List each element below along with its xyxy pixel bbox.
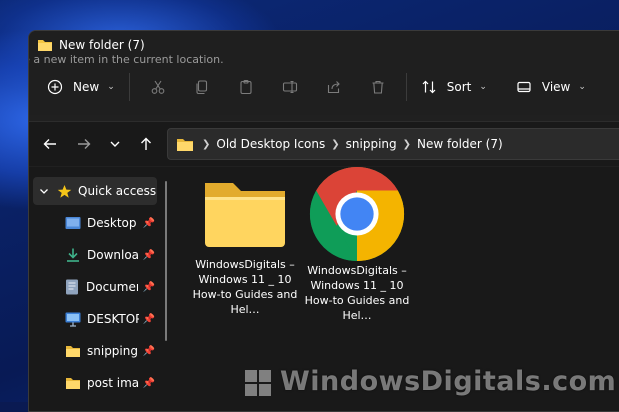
back-button[interactable] (35, 129, 65, 159)
sidebar-item-label: snipping (87, 344, 138, 358)
pin-icon: 📌 (142, 281, 155, 293)
navigation-scrollbar[interactable] (165, 181, 167, 341)
trash-icon (372, 80, 384, 94)
sidebar-item-label: post images (87, 376, 139, 390)
chevron-down-icon: ⌄ (578, 82, 586, 92)
document-icon (66, 279, 78, 295)
paste-button[interactable] (224, 69, 268, 105)
file-item[interactable]: WindowsDigitals – Windows 11 _ 10 How-to… (189, 177, 301, 317)
view-icon (517, 81, 531, 93)
download-icon (67, 248, 79, 262)
rename-button[interactable] (268, 69, 312, 105)
watermark: WindowsDigitals.com (280, 366, 617, 397)
file-name: WindowsDigitals – Windows 11 _ 10 How-to… (304, 264, 410, 322)
sort-button-label: Sort (446, 80, 472, 94)
pin-icon: 📌 (142, 345, 155, 357)
sidebar-item-quick-access[interactable]: Quick access (33, 177, 157, 205)
file-explorer-window: New folder (7) New ⌄ Sort ⌄ View ⌄ ❯ Old… (28, 30, 619, 412)
rename-icon (282, 80, 297, 94)
sort-arrows-icon (422, 80, 436, 94)
chevron-down-icon (40, 189, 48, 194)
breadcrumb-new-folder[interactable]: New folder (7) (417, 137, 503, 151)
forward-button[interactable] (69, 129, 99, 159)
view-button[interactable]: View ⌄ (508, 69, 594, 105)
scissors-icon (151, 80, 165, 94)
share-button[interactable] (312, 69, 356, 105)
sidebar-item-label: Desktop (87, 216, 137, 230)
breadcrumb-snipping[interactable]: snipping (346, 137, 397, 151)
address-bar-row: ❯ Old Desktop Icons ❯ snipping ❯ New fol… (29, 121, 619, 166)
monitor-icon (65, 312, 81, 327)
sidebar-item-desktop[interactable]: Desktop 📌 (65, 209, 157, 237)
sidebar-item-post-images[interactable]: post images 📌 (65, 369, 157, 397)
chevron-down-icon: ⌄ (479, 82, 487, 92)
clipboard-icon (240, 79, 252, 95)
pin-icon: 📌 (142, 313, 155, 325)
new-button[interactable]: New ⌄ (39, 69, 123, 105)
window-title: New folder (7) (59, 38, 145, 52)
folder-icon (66, 346, 80, 357)
pin-icon: 📌 (142, 249, 155, 261)
navigation-pane: Quick access Desktop 📌 Downloads 📌 (29, 167, 163, 411)
sidebar-item-label: DESKTOP- (87, 312, 139, 326)
sort-button[interactable]: Sort ⌄ (413, 69, 495, 105)
sidebar-item-desktop-pc[interactable]: DESKTOP- 📌 (65, 305, 157, 333)
share-icon (327, 81, 340, 94)
sidebar-item-downloads[interactable]: Downloads 📌 (65, 241, 157, 269)
command-bar: New ⌄ Sort ⌄ View ⌄ (29, 59, 619, 115)
pin-icon: 📌 (142, 377, 155, 389)
sidebar-item-documents[interactable]: Documents 📌 (65, 273, 157, 301)
chevron-down-icon (110, 141, 120, 147)
windows-logo-icon (245, 370, 271, 396)
file-name: WindowsDigitals – Windows 11 _ 10 How-to… (192, 258, 298, 316)
plus-circle-icon (47, 79, 63, 95)
folder-icon (66, 378, 80, 389)
tooltip-ghost-text: reate a new item in the current location… (29, 53, 224, 66)
cut-button[interactable] (136, 69, 180, 105)
sidebar-item-label: Documents (86, 280, 138, 294)
delete-button[interactable] (356, 69, 400, 105)
address-bar[interactable]: ❯ Old Desktop Icons ❯ snipping ❯ New fol… (167, 128, 619, 160)
star-icon (57, 184, 72, 198)
toolbar-divider (128, 73, 130, 101)
file-item[interactable]: WindowsDigitals – Windows 11 _ 10 How-to… (301, 166, 413, 323)
recent-locations-button[interactable] (103, 129, 127, 159)
folder-icon (38, 40, 52, 51)
chevron-right-icon: ❯ (202, 138, 211, 150)
new-button-label: New (73, 80, 100, 94)
desktop-icon (65, 217, 81, 229)
arrow-up-icon (141, 137, 151, 150)
chrome-icon (309, 166, 405, 262)
up-button[interactable] (131, 129, 161, 159)
view-button-label: View (541, 80, 571, 94)
chevron-down-icon: ⌄ (107, 82, 115, 92)
copy-button[interactable] (180, 69, 224, 105)
sidebar-item-snipping[interactable]: snipping 📌 (65, 337, 157, 365)
breadcrumb-old-desktop-icons[interactable]: Old Desktop Icons (216, 137, 325, 151)
sidebar-item-label: Downloads (87, 248, 139, 262)
arrow-left-icon (43, 139, 56, 149)
large-folder-icon (205, 183, 285, 247)
copy-icon (196, 80, 207, 95)
arrow-right-icon (78, 139, 91, 149)
chevron-right-icon: ❯ (331, 138, 340, 150)
chevron-right-icon: ❯ (402, 138, 412, 150)
pin-icon: 📌 (142, 217, 155, 229)
sidebar-item-label: Quick access (78, 184, 157, 198)
folder-icon (177, 138, 193, 151)
toolbar-divider (405, 73, 407, 101)
